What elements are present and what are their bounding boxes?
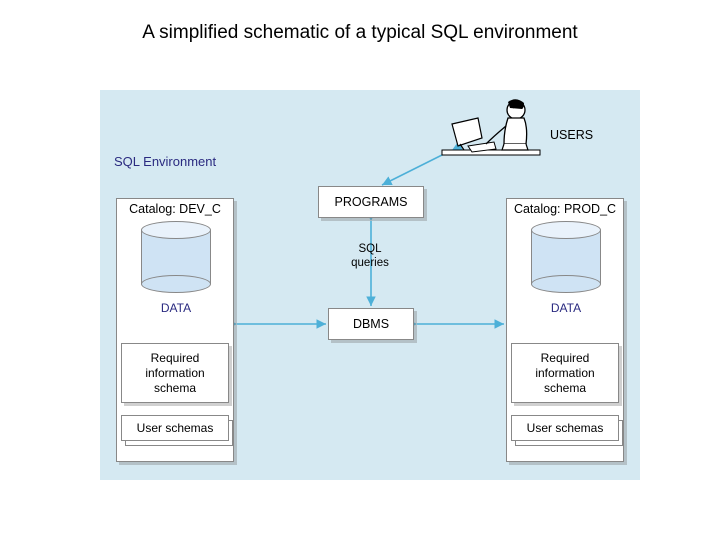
dbms-node: DBMS: [328, 308, 414, 340]
catalog-dev: Catalog: DEV_C DATA Required information…: [116, 198, 234, 462]
catalog-dev-user-schemas: User schemas: [121, 415, 229, 445]
users-label: USERS: [550, 128, 593, 142]
environment-label: SQL Environment: [114, 154, 216, 169]
page-title: A simplified schematic of a typical SQL …: [0, 22, 720, 44]
user-schemas-label: User schemas: [511, 415, 619, 441]
catalog-prod-user-schemas: User schemas: [511, 415, 619, 445]
user-schemas-label: User schemas: [121, 415, 229, 441]
programs-node: PROGRAMS: [318, 186, 424, 218]
catalog-dev-info-schema: Required information schema: [121, 343, 229, 403]
catalog-prod-title: Catalog: PROD_C: [507, 199, 623, 216]
catalog-dev-data-label: DATA: [117, 301, 235, 315]
catalog-prod-data-label: DATA: [507, 301, 625, 315]
catalog-prod: Catalog: PROD_C DATA Required informatio…: [506, 198, 624, 462]
user-at-computer-icon: [438, 94, 548, 174]
sql-queries-label: SQL queries: [344, 243, 396, 271]
database-cylinder-icon: [531, 221, 601, 293]
catalog-dev-title: Catalog: DEV_C: [117, 199, 233, 216]
catalog-prod-info-schema: Required information schema: [511, 343, 619, 403]
database-cylinder-icon: [141, 221, 211, 293]
sql-environment-container: SQL Environment USERS PROGRAMS SQL queri…: [100, 90, 640, 480]
